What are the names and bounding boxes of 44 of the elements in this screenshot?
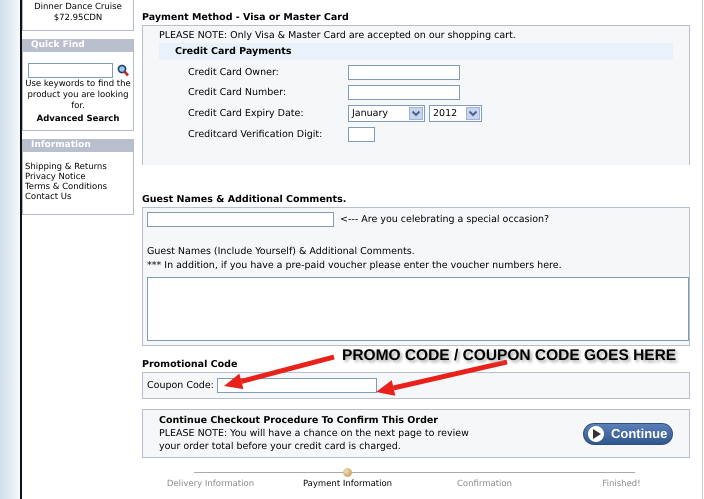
field-label: Credit Card Expiry Date: [188,107,305,120]
play-icon [587,424,605,442]
instruction-text: Guest Names (Include Yourself) & Additional Comments. [146,245,416,259]
year-dropdown[interactable]: 2012 [429,105,482,122]
product-name: Dinner Dance Cruise [34,2,122,13]
continue-note: PLEASE NOTE: You will have a chance on the next page to review your order total before your credit card is charged. [159,427,470,453]
instruction-text: *** In addition, if you have a pre-paid voucher please enter the voucher numbers here. [146,259,563,273]
text-field[interactable] [348,85,460,100]
text-field[interactable] [348,127,375,142]
search-icon[interactable] [116,64,128,77]
info-link[interactable]: Terms & Conditions [25,182,108,192]
chevron-icon [409,107,423,120]
section-title: Guest Names & Additional Comments. [142,193,348,207]
occasion-field[interactable] [147,212,334,227]
section-title: Promotional Code [142,358,238,372]
search-field[interactable] [28,63,112,78]
field-label: Creditcard Verification Digit: [188,128,324,141]
section-title: Payment Method - Visa or Master Card [142,11,350,25]
comments-field[interactable] [147,277,689,341]
coupon-label: Coupon Code: [147,379,214,392]
text-field[interactable] [348,65,460,80]
subsection-title: Credit Card Payments [159,43,673,60]
continue-button[interactable]: Continue [583,422,673,444]
occasion-prompt: <--- Are you celebrating a special occasion? [340,213,550,226]
advanced-search-link[interactable]: Advanced Search [36,114,120,124]
panel-title: Information [23,139,133,152]
payment-note: PLEASE NOTE: Only Visa & Master Card are accepted on our shopping cart. [158,29,517,42]
step-label: Payment Information [302,479,392,489]
chevron-icon [466,107,480,120]
continue-title: Continue Checkout Procedure To Confirm This Order [159,414,439,427]
step-label: Finished! [602,479,641,489]
info-link[interactable]: Shipping & Returns [25,162,107,172]
field-label: Credit Card Number: [188,86,288,99]
search-hint: Use keywords to find the product you are looking for. [24,79,132,112]
annotation-text: PROMO CODE / COUPON CODE GOES HERE [342,347,676,365]
info-link[interactable]: Privacy Notice [25,172,86,182]
product-price: $72.95CDN [54,13,102,24]
field-label: Credit Card Owner: [188,66,280,79]
info-link[interactable]: Contact Us [25,192,72,202]
month-dropdown[interactable]: January [348,105,425,122]
step-label: Confirmation [457,479,512,489]
coupon-field[interactable] [216,378,377,393]
panel-title: Quick Find [23,39,133,52]
step-label: Delivery Information [166,479,254,489]
